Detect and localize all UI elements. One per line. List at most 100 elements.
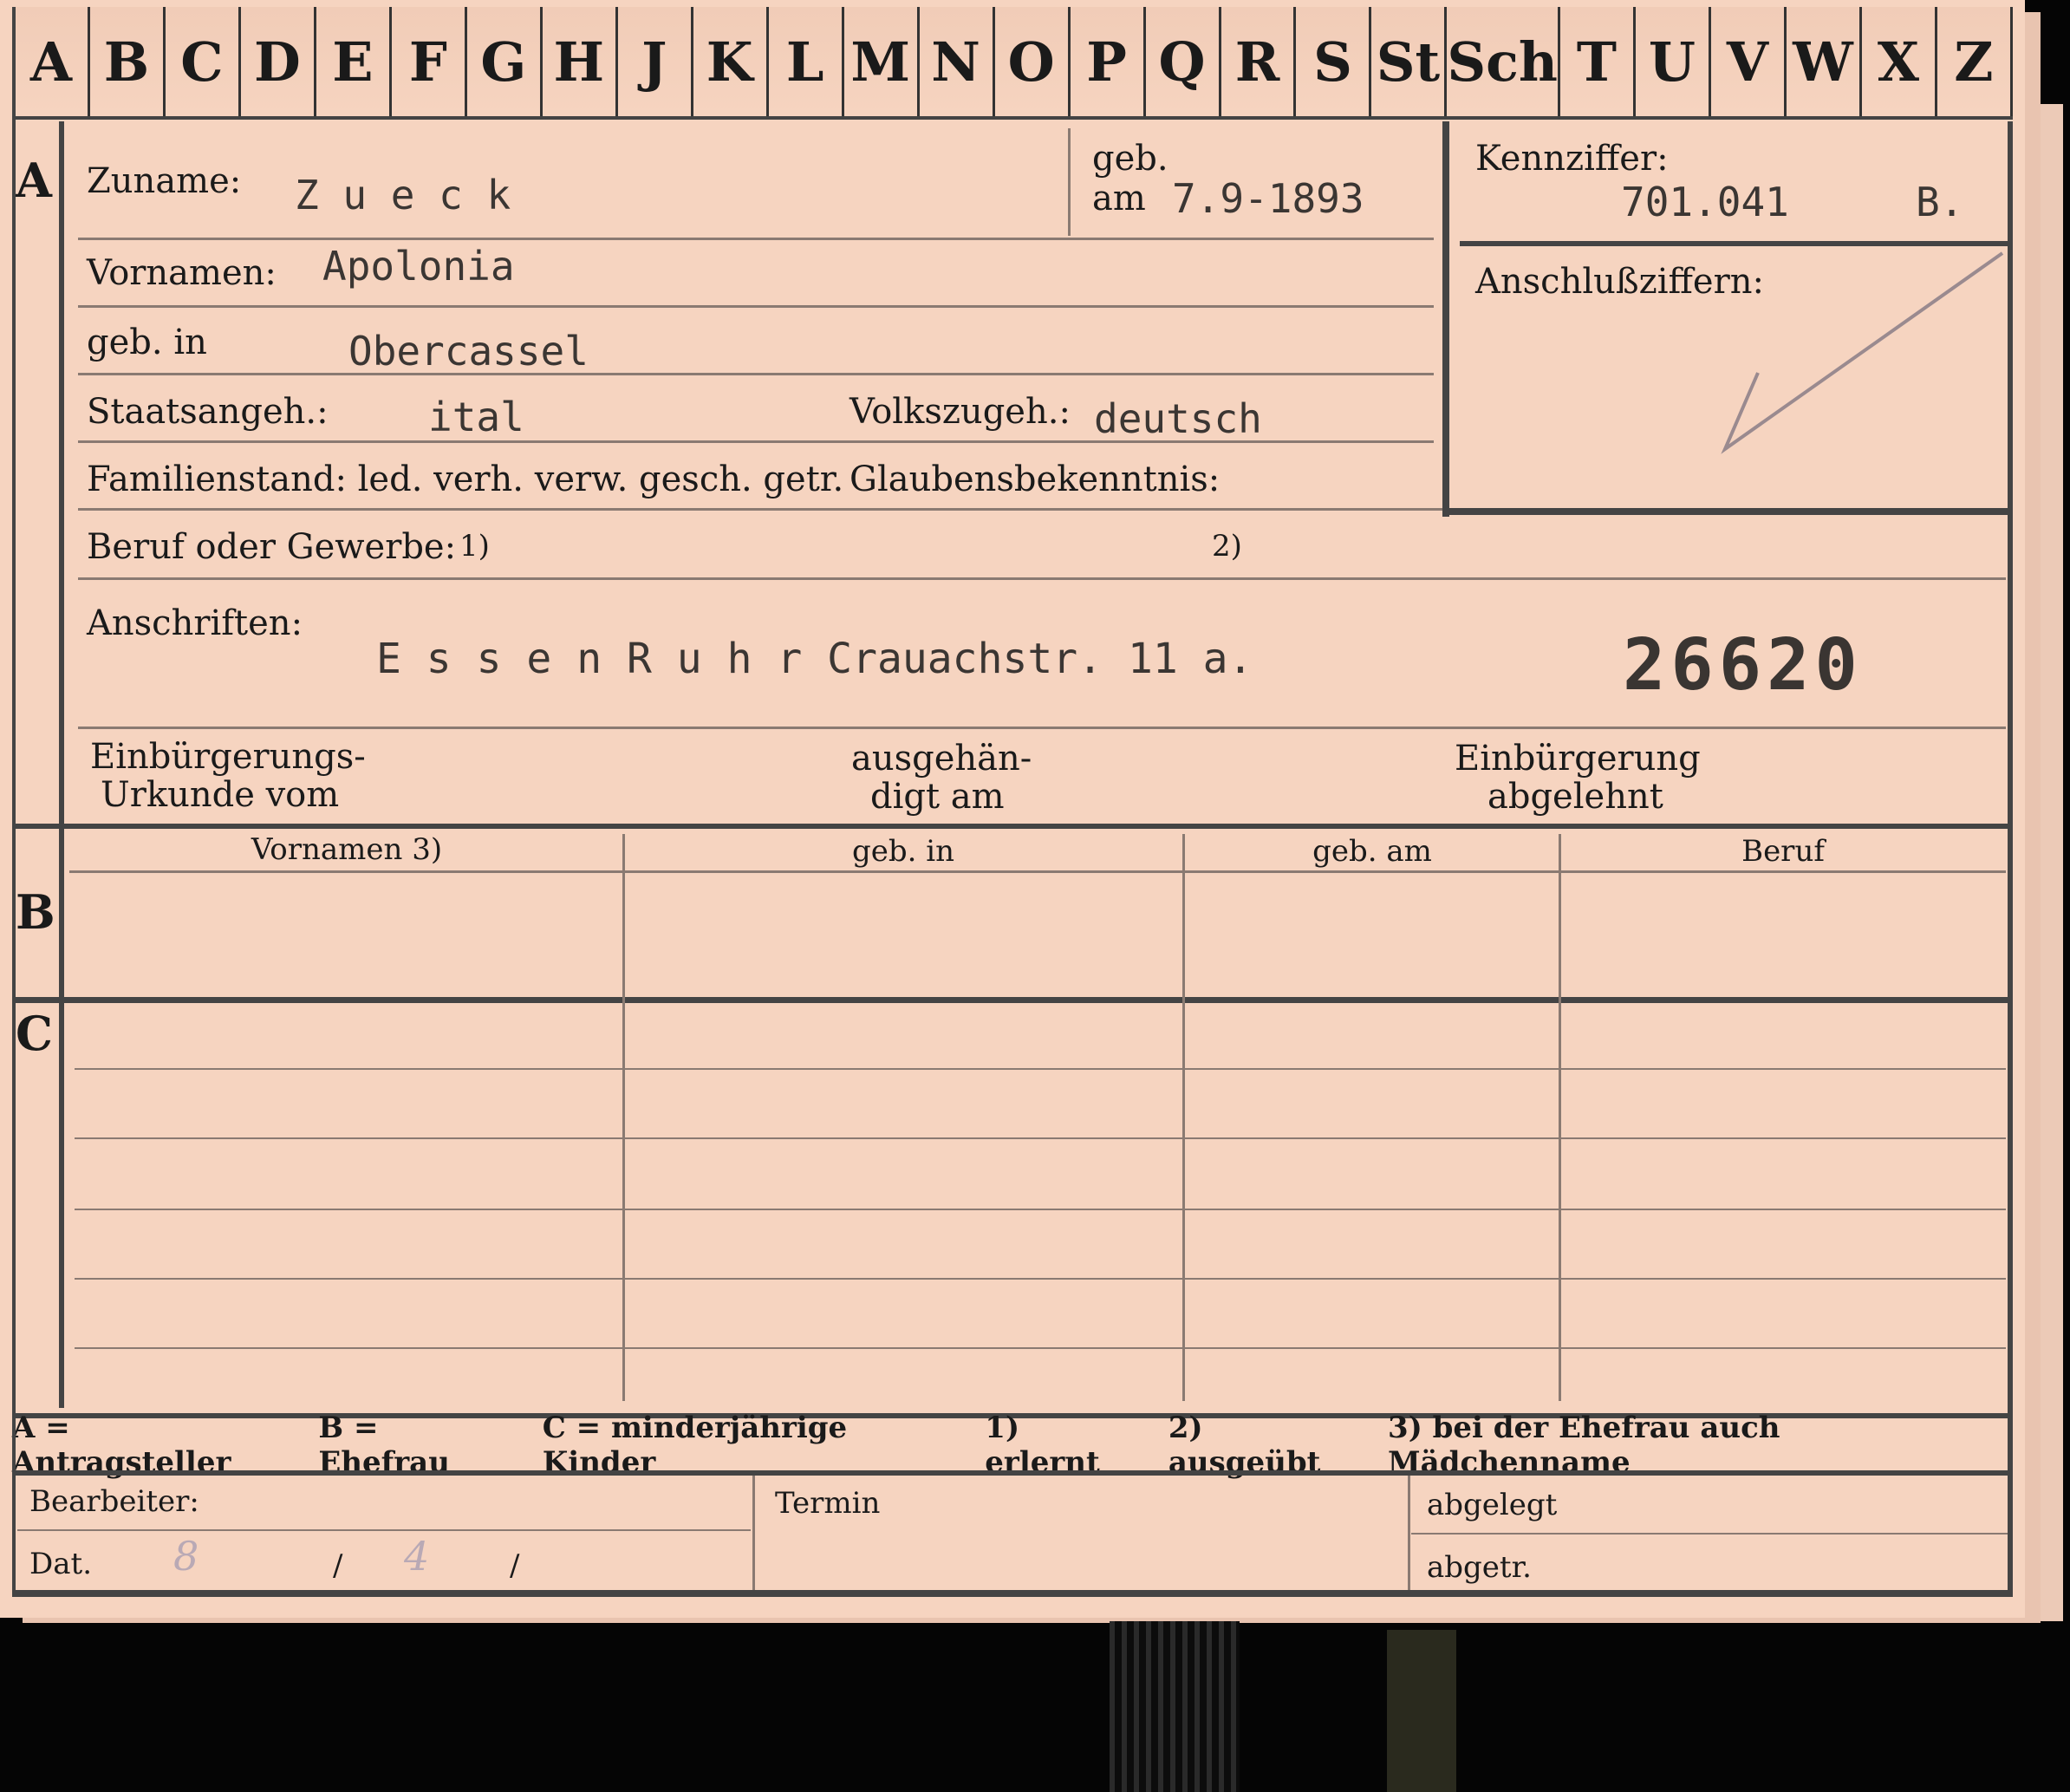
legend-item: 3) bei der Ehefrau auch Mädchenname	[1388, 1411, 1780, 1480]
table-row	[75, 1278, 2006, 1280]
vornamen-value: Apolonia	[322, 243, 515, 290]
divider	[78, 577, 2006, 580]
tab-letter-q: Q	[1145, 7, 1221, 116]
legend-item: 1) erlernt	[985, 1411, 1100, 1480]
geb-in-label: geb. in	[87, 323, 207, 362]
divider	[78, 727, 2006, 729]
anschriften-value: E s s e n R u h r Crauachstr. 11 a.	[376, 635, 1253, 683]
dat-separator: /	[510, 1548, 520, 1583]
tab-letter-k: K	[693, 7, 769, 116]
table-header-geb-am: geb. am	[1312, 834, 1432, 869]
legend-item: C = minderjährige Kinder	[542, 1411, 848, 1480]
tab-letter-r: R	[1221, 7, 1297, 116]
einbuergerungs-urkunde-label-2: Urkunde vom	[101, 775, 340, 815]
tab-letter-st: St	[1371, 7, 1448, 116]
kennziffer-label: Kennziffer:	[1475, 139, 1669, 179]
section-column-rule	[59, 121, 64, 1408]
table-row	[75, 1068, 2006, 1070]
beruf-footnote-1: 1)	[459, 529, 490, 564]
divider	[1068, 128, 1071, 236]
stamped-number: 26620	[1623, 624, 1863, 707]
kennziffer-value: 701.041	[1621, 179, 1789, 225]
table-row	[75, 1347, 2006, 1349]
geb-am-value: 7.9-1893	[1172, 175, 1364, 222]
legend-bottom-rule	[12, 1470, 2013, 1476]
legend-item: B = Ehefrau	[318, 1411, 450, 1480]
tab-letter-x: X	[1861, 7, 1937, 116]
geb-am-label: am	[1092, 179, 1146, 218]
termin-label: Termin	[775, 1486, 881, 1521]
tab-letter-g: G	[466, 7, 543, 116]
legend: A = Antragsteller B = Ehefrau C = minder…	[12, 1411, 2010, 1480]
einbuergerung-abgelehnt-label-1: Einbürgerung	[1455, 739, 1701, 779]
divider	[12, 116, 2013, 120]
table-row	[75, 1137, 2006, 1139]
tab-letter-w: W	[1786, 7, 1862, 116]
section-b-top-rule	[12, 824, 2013, 829]
bearbeiter-label: Bearbeiter:	[29, 1484, 199, 1519]
zuname-label: Zuname:	[87, 161, 242, 201]
divider	[78, 508, 1442, 511]
scan-background	[1110, 1621, 1240, 1792]
tab-letter-n: N	[919, 7, 995, 116]
legend-item: 2) ausgeübt	[1168, 1411, 1321, 1480]
footer-rule	[1411, 1533, 2009, 1535]
tab-letter-v: V	[1710, 7, 1787, 116]
tab-letter-p: P	[1070, 7, 1146, 116]
tab-letter-d: D	[240, 7, 316, 116]
footer-divider	[752, 1476, 755, 1590]
beruf-footnote-2: 2)	[1212, 529, 1242, 564]
dat-label: Dat.	[29, 1547, 93, 1581]
kennziffer-suffix: B.	[1916, 179, 1964, 225]
legend-item: A = Antragsteller	[12, 1411, 231, 1480]
geb-in-value: Obercassel	[348, 328, 589, 375]
section-c-top-rule	[12, 997, 2013, 1003]
tab-letter-f: F	[391, 7, 467, 116]
divider	[78, 373, 1434, 375]
tab-letter-h: H	[542, 7, 618, 116]
tab-letter-m: M	[843, 7, 920, 116]
tab-letter-l: L	[768, 7, 844, 116]
ausgehaendigt-label-2: digt am	[870, 777, 1005, 817]
dat-day-handwritten: 8	[173, 1533, 199, 1580]
section-letter-c: C	[16, 1006, 53, 1061]
registration-card: A B C D E F G H J K L M N O P Q R S St Sch T U V W X Z A B C Zuna…	[0, 0, 2025, 1618]
footer-divider	[1408, 1476, 1410, 1590]
staatsangeh-value: ital	[428, 394, 524, 440]
alphabet-tabs: A B C D E F G H J K L M N O P Q R S St Sch T U V W X Z	[12, 7, 2013, 116]
table-header-rule	[69, 870, 2006, 873]
tab-letter-z: Z	[1937, 7, 2013, 116]
ausgehaendigt-label-1: ausgehän-	[851, 739, 1032, 779]
table-header-geb-in: geb. in	[851, 834, 955, 869]
volkszugeh-label: Volkszugeh.:	[849, 392, 1071, 432]
tab-letter-o: O	[994, 7, 1071, 116]
kennziffer-box-left	[1442, 121, 1449, 517]
card-right-rule	[2008, 121, 2013, 1595]
footer-rule	[17, 1529, 751, 1531]
tab-letter-e: E	[316, 7, 392, 116]
tab-letter-sch: Sch	[1447, 7, 1561, 116]
tab-letter-s: S	[1296, 7, 1372, 116]
table-header-beruf: Beruf	[1741, 834, 1825, 869]
glaubensbekenntnis-label: Glaubensbekenntnis:	[849, 459, 1221, 499]
dat-separator: /	[333, 1548, 343, 1583]
vornamen-label: Vornamen:	[87, 253, 277, 293]
tab-letter-j: J	[617, 7, 693, 116]
column-divider	[1182, 834, 1185, 1401]
divider	[78, 238, 1434, 240]
scan-background	[1387, 1630, 1456, 1792]
tab-letter-a: A	[12, 7, 90, 116]
column-divider	[1559, 834, 1561, 1401]
column-divider	[622, 834, 625, 1401]
table-row	[75, 1209, 2006, 1210]
staatsangeh-label: Staatsangeh.:	[87, 392, 329, 432]
checkmark-arrow-icon	[1721, 251, 2004, 454]
einbuergerungs-urkunde-label-1: Einbürgerungs-	[90, 737, 366, 777]
tab-letter-b: B	[89, 7, 166, 116]
tab-letter-t: T	[1560, 7, 1636, 116]
section-letter-b: B	[16, 884, 55, 940]
kennziffer-box-bottom	[1442, 508, 2011, 515]
abgetr-label: abgetr.	[1427, 1550, 1532, 1585]
anschriften-label: Anschriften:	[87, 603, 303, 643]
tab-letter-c: C	[165, 7, 241, 116]
